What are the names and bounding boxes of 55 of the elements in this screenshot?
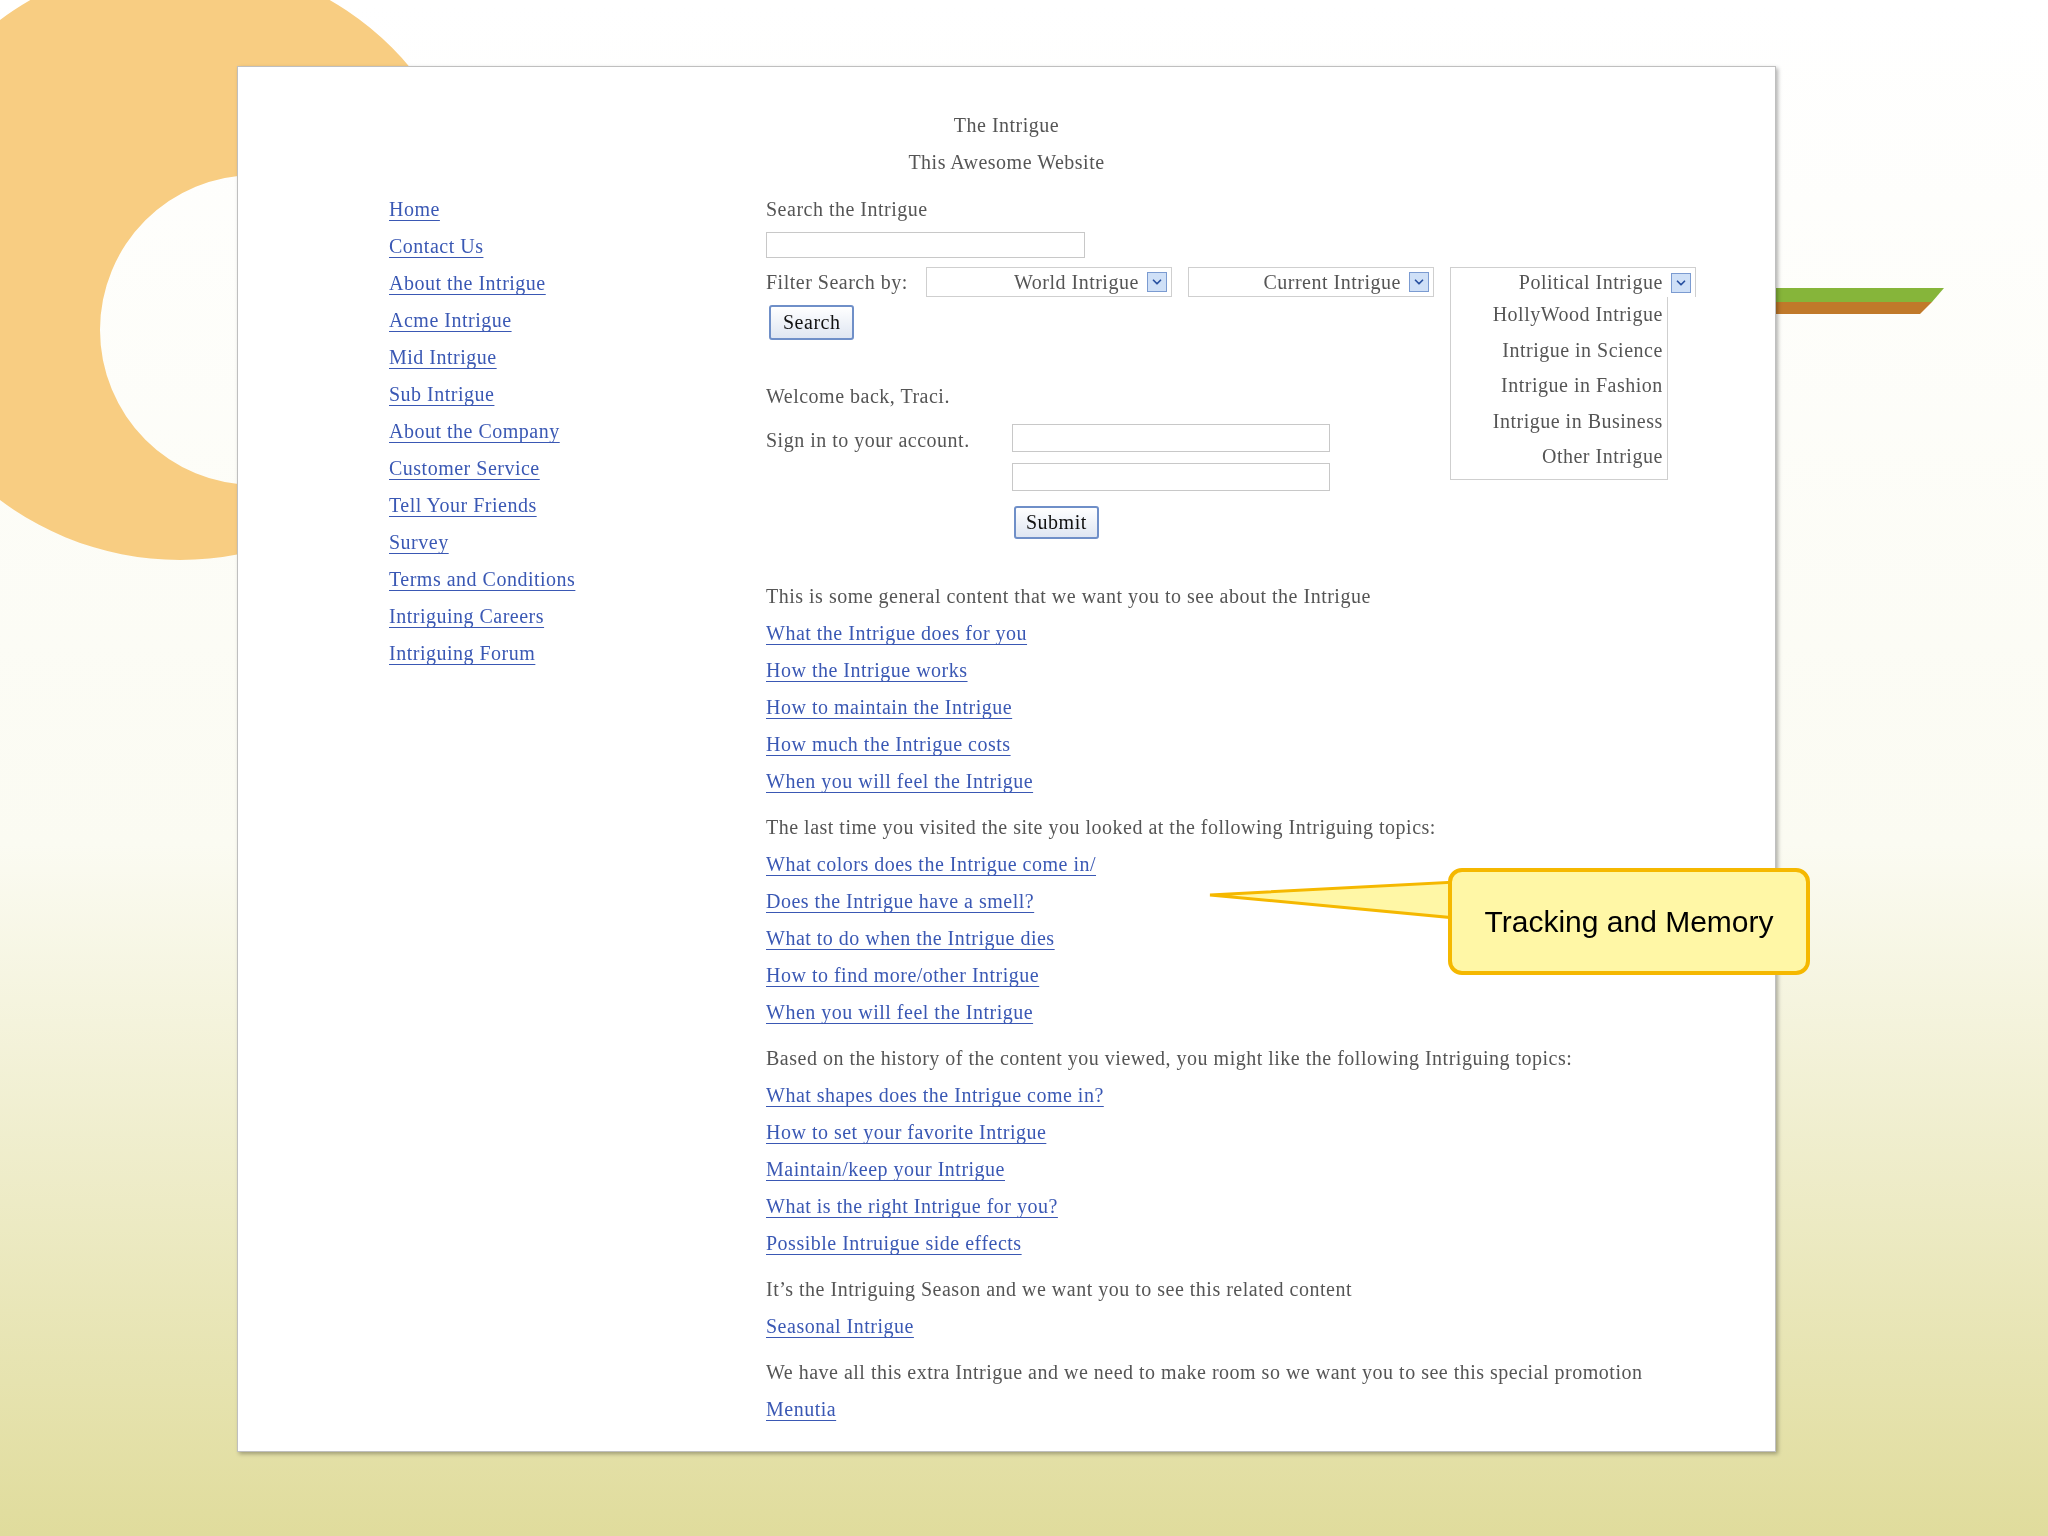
link[interactable]: Sub Intrigue [389,383,495,405]
section-intro: Based on the history of the content you viewed, you might like the following Intriguing topics: [766,1046,1573,1072]
link[interactable]: Possible Intruigue side effects [766,1232,1022,1254]
sign-in-label: Sign in to your account. [766,428,971,454]
link[interactable]: Maintain/keep your Intrigue [766,1158,1005,1180]
link[interactable]: Menutia [766,1398,837,1420]
dropdown-option[interactable]: Intrigue in Business [1492,403,1663,439]
site-title: The Intrigue [953,113,1060,139]
section-intro: We have all this extra Intrigue and we need to make room so we want you to see this special promotion [766,1360,1643,1386]
search-button[interactable]: Search [769,304,855,340]
link[interactable]: When you will feel the Intrigue [766,1001,1034,1023]
link[interactable]: Acme Intrigue [389,309,512,331]
link[interactable]: Survey [389,531,449,553]
link[interactable]: How to find more/other Intrigue [766,964,1040,986]
callout: Tracking and Memory [1448,868,1810,975]
dropdown[interactable]: World Intrigue [925,267,1172,297]
link[interactable]: Home [389,198,440,220]
link[interactable]: Tell Your Friends [389,494,537,516]
link[interactable]: About the Intrigue [389,272,546,294]
link[interactable]: What colors does the Intrigue come in/ [766,853,1096,875]
section-intro: The last time you visited the site you looked at the following Intriguing topics: [766,815,1436,841]
link[interactable]: What the Intrigue does for you [766,622,1028,644]
dropdown-option[interactable]: Intrigue in Fashion [1501,368,1663,404]
username-field[interactable] [1012,424,1330,452]
site-subtitle: This Awesome Website [908,150,1105,175]
dropdown-option[interactable]: HollyWood Intrigue [1492,297,1663,333]
link[interactable]: Seasonal Intrigue [766,1315,914,1337]
link[interactable]: About the Company [389,420,560,442]
link[interactable]: Intriguing Forum [389,642,536,664]
section-intro: It’s the Intriguing Season and we want you to see this related content [766,1277,1352,1303]
link[interactable]: Does the Intrigue have a smell? [766,890,1035,912]
link[interactable]: Terms and Conditions [389,568,576,590]
link[interactable]: Contact Us [389,235,484,257]
filter-label: Filter Search by: [766,269,908,296]
link[interactable]: Mid Intrigue [389,346,497,368]
dropdown[interactable]: Political Intrigue [1449,267,1696,297]
link[interactable]: When you will feel the Intrigue [766,770,1034,792]
link[interactable]: What to do when the Intrigue dies [766,927,1055,949]
dropdown-option[interactable]: Intrigue in Science [1502,332,1663,368]
welcome-text: Welcome back, Traci. [766,384,950,409]
link[interactable]: How the Intrigue works [766,659,968,681]
link[interactable]: What is the right Intrigue for you? [766,1195,1058,1217]
link[interactable]: How to set your favorite Intrigue [766,1121,1047,1143]
link[interactable]: How to maintain the Intrigue [766,696,1013,718]
password-field[interactable] [1012,463,1330,491]
search-label: Search the Intrigue [766,197,928,223]
link[interactable]: What shapes does the Intrigue come in? [766,1084,1104,1106]
dropdown[interactable]: Current Intrigue [1187,267,1434,297]
submit-button[interactable]: Submit [1014,505,1099,539]
dropdown-option[interactable]: Other Intrigue [1541,439,1663,475]
link[interactable]: How much the Intrigue costs [766,733,1011,755]
link[interactable]: Customer Service [389,457,540,479]
section-intro: This is some general content that we want you to see about the Intrigue [766,584,1371,610]
link[interactable]: Intriguing Careers [389,605,545,627]
search-field[interactable] [766,232,1085,258]
